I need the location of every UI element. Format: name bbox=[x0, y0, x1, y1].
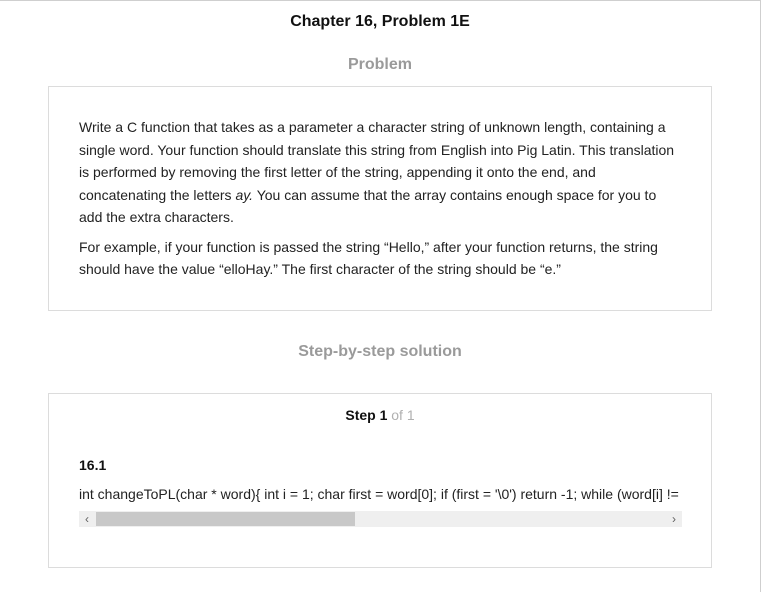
problem-text-emphasis: ay. bbox=[235, 186, 254, 203]
page-title: Chapter 16, Problem 1E bbox=[290, 13, 470, 30]
problem-box: Write a C function that takes as a param… bbox=[48, 86, 712, 311]
solution-code: int changeToPL(char * word){ int i = 1; … bbox=[79, 486, 682, 502]
horizontal-scrollbar[interactable]: ‹ › bbox=[79, 511, 682, 527]
solution-heading: Step-by-step solution bbox=[298, 343, 462, 360]
chevron-right-icon[interactable]: › bbox=[666, 511, 682, 527]
problem-heading: Problem bbox=[347, 56, 412, 73]
step-count: of 1 bbox=[391, 407, 415, 423]
problem-paragraph-2: For example, if your function is passed … bbox=[79, 238, 658, 278]
step-label: Step 1 bbox=[345, 407, 388, 423]
solution-page: Chapter 16, Problem 1E Problem Write a C… bbox=[0, 0, 761, 592]
step-subheading: 16.1 bbox=[79, 457, 107, 473]
solution-box: Step 1 of 1 16.1 int changeToPL(char * w… bbox=[48, 393, 712, 568]
chevron-left-icon[interactable]: ‹ bbox=[79, 511, 95, 527]
step-indicator: Step 1 of 1 bbox=[49, 407, 711, 423]
scrollbar-thumb[interactable] bbox=[96, 512, 355, 526]
problem-paragraph-1: Write a C function that takes as a param… bbox=[79, 116, 681, 229]
